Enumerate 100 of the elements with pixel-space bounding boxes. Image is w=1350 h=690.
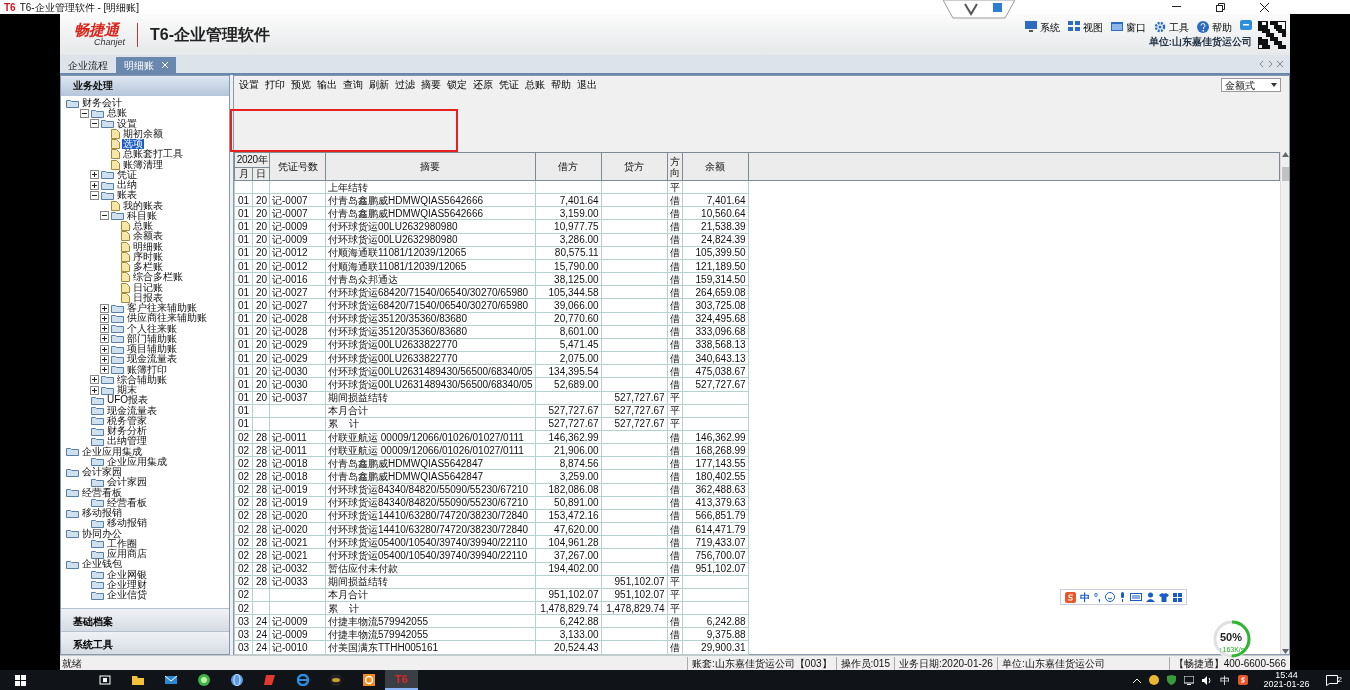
expand-toggle-icon[interactable]: [100, 344, 109, 354]
tree-item[interactable]: 部门辅助账: [126, 333, 178, 344]
tree-item[interactable]: 账簿清理: [122, 159, 164, 170]
emoji-icon[interactable]: [1104, 592, 1115, 602]
tree-item[interactable]: 移动报销: [106, 518, 148, 529]
expand-toggle-icon[interactable]: [90, 170, 99, 180]
tree-item[interactable]: 多栏账: [132, 262, 164, 273]
tree-item[interactable]: 会计家园: [106, 477, 148, 488]
tree-item[interactable]: 财务分析: [106, 426, 148, 437]
expand-toggle-icon[interactable]: [90, 385, 99, 395]
collapse-toggle-icon[interactable]: [90, 190, 99, 200]
collapse-toggle-icon[interactable]: [90, 119, 99, 129]
sogou-icon[interactable]: [1237, 675, 1248, 685]
tree-item[interactable]: 总账: [106, 108, 128, 119]
nav-section-button[interactable]: 基础档案: [61, 608, 229, 631]
format-dropdown[interactable]: 金额式: [1221, 78, 1281, 92]
chevron-up-icon[interactable]: [1132, 677, 1141, 683]
menu-item[interactable]: 窗口: [1107, 19, 1150, 35]
menu-item[interactable]: 视图: [1064, 19, 1107, 35]
network-icon[interactable]: [1183, 675, 1194, 685]
toolbar-button[interactable]: 过滤: [392, 78, 418, 92]
v-logo-icon[interactable]: [943, 0, 1015, 20]
tree-item[interactable]: 企业应用集成: [81, 446, 143, 457]
expand-toggle-icon[interactable]: [100, 354, 109, 364]
toolbar-button[interactable]: 锁定: [444, 78, 470, 92]
shirt-icon[interactable]: [1158, 592, 1169, 602]
clock-date[interactable]: 2021-01-26: [1263, 680, 1310, 689]
tree-item[interactable]: 综合多栏账: [132, 272, 184, 283]
tab[interactable]: 明细账: [116, 57, 176, 73]
tree-item[interactable]: 日记账: [132, 282, 164, 293]
input-method-indicator[interactable]: 中: [1219, 672, 1230, 688]
toolbar-button[interactable]: 凭证: [496, 78, 522, 92]
tree-item[interactable]: 现金流量表: [126, 354, 178, 365]
tree-item[interactable]: 我的账表: [122, 200, 164, 211]
menu-item[interactable]: 系统: [1021, 19, 1064, 35]
tab[interactable]: 企业流程: [60, 57, 116, 73]
expand-toggle-icon[interactable]: [100, 324, 109, 334]
tree-item[interactable]: 会计家园: [81, 467, 123, 478]
tree-item[interactable]: 经营看板: [81, 487, 123, 498]
tree-item[interactable]: 项目辅助账: [126, 344, 178, 355]
tree-item[interactable]: 期初余额: [122, 128, 164, 139]
grid-icon[interactable]: [1172, 592, 1182, 602]
tree-item[interactable]: 期末: [116, 385, 138, 396]
tree-item[interactable]: 账簿打印: [126, 364, 168, 375]
tree-item[interactable]: 账表: [116, 190, 138, 201]
tree-item[interactable]: 余额表: [132, 231, 164, 242]
toolbar-button[interactable]: 设置: [236, 78, 262, 92]
tray-app-icon[interactable]: [1148, 675, 1159, 685]
toolbar-button[interactable]: 打印: [262, 78, 288, 92]
tree-item[interactable]: 日报表: [132, 292, 164, 303]
tree-item[interactable]: 企业钱包: [81, 559, 123, 570]
expand-toggle-icon[interactable]: [100, 303, 109, 313]
toolbar-button[interactable]: 刷新: [366, 78, 392, 92]
tree-item[interactable]: 税务管家: [106, 415, 148, 426]
tree-item[interactable]: 选项: [122, 139, 144, 150]
toolbar-button[interactable]: 预览: [288, 78, 314, 92]
tree-item[interactable]: 凭证: [116, 169, 138, 180]
tree-item[interactable]: 企业信贷: [106, 590, 148, 601]
tree-item[interactable]: 企业网银: [106, 569, 148, 580]
menu-item[interactable]: 工具: [1150, 19, 1193, 35]
tree-item[interactable]: 综合辅助账: [116, 374, 168, 385]
toolbar-button[interactable]: 查询: [340, 78, 366, 92]
toolbar-button[interactable]: 摘要: [418, 78, 444, 92]
expand-toggle-icon[interactable]: [100, 334, 109, 344]
tree-item[interactable]: 科目账: [126, 210, 158, 221]
user-icon[interactable]: [1145, 592, 1155, 602]
tree-item[interactable]: 明细账: [132, 241, 164, 252]
expand-toggle-icon[interactable]: [90, 180, 99, 190]
tree-item[interactable]: UFO报表: [106, 395, 150, 406]
tree-item[interactable]: 应用商店: [106, 549, 148, 560]
tree-item[interactable]: 现金流量表: [106, 405, 158, 416]
tree-item[interactable]: 财务会计: [81, 98, 123, 109]
scrollbar-thumb[interactable]: [1281, 167, 1289, 181]
microphone-icon[interactable]: [1118, 592, 1126, 602]
tree-item[interactable]: 移动报销: [81, 508, 123, 519]
toolbar-button[interactable]: 还原: [470, 78, 496, 92]
toolbar-button[interactable]: 帮助: [548, 78, 574, 92]
expand-toggle-icon[interactable]: [90, 375, 99, 385]
tree-item[interactable]: 协同办公: [81, 528, 123, 539]
tree-item[interactable]: 总账套打工具: [122, 149, 184, 160]
nav-section-button[interactable]: 系统工具: [61, 631, 229, 654]
collapse-toggle-icon[interactable]: [80, 108, 89, 118]
clock-time[interactable]: 15:44: [1263, 671, 1310, 680]
expand-toggle-icon[interactable]: [100, 313, 109, 323]
tree-item[interactable]: 个人往来账: [126, 323, 178, 334]
tree-item[interactable]: 工作圈: [106, 538, 138, 549]
collapse-toggle-icon[interactable]: [100, 211, 109, 221]
tree-item[interactable]: 设置: [116, 118, 138, 129]
volume-icon[interactable]: [1201, 675, 1212, 685]
tree-item[interactable]: 供应商往来辅助账: [126, 313, 208, 324]
tree-item[interactable]: 经营看板: [106, 497, 148, 508]
toolbar-button[interactable]: 输出: [314, 78, 340, 92]
tree-item[interactable]: 企业理财: [106, 579, 148, 590]
punctuation-toggle[interactable]: °,: [1094, 589, 1101, 605]
tree-item[interactable]: 出纳管理: [106, 436, 148, 447]
input-mode-toggle[interactable]: 中: [1080, 589, 1090, 605]
notification-icon[interactable]: [1325, 674, 1338, 686]
keyboard-icon[interactable]: [1129, 593, 1142, 601]
shield-icon[interactable]: [1166, 675, 1176, 685]
tree-item[interactable]: 企业应用集成: [106, 456, 168, 467]
